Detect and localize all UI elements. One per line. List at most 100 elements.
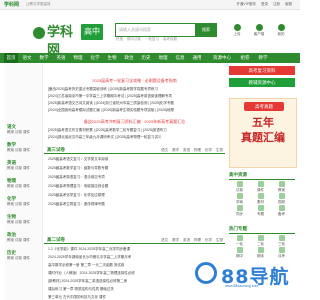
tab[interactable]: 语文 xyxy=(161,148,168,152)
search-input[interactable]: 请输入关键词搜索 xyxy=(119,27,151,33)
tab[interactable]: 物理 xyxy=(194,148,201,152)
nav-item[interactable]: 组卷 xyxy=(238,53,252,63)
list-item[interactable]: 课时作业（人教版）2024-2025学年高二物理选择性必修 xyxy=(48,271,135,276)
topic-icon xyxy=(257,247,264,253)
list-item[interactable]: [新教材] 2024-2025学年高二英语选择性必修第二册 xyxy=(48,279,127,284)
site-logo[interactable]: 学科网 xyxy=(33,24,81,58)
list-item[interactable]: 高中数学必修第一册 第二章 一元二次函数 测试卷 xyxy=(48,263,124,268)
sidebar-link[interactable]: 教案 试卷 课件 xyxy=(5,148,42,153)
resource-center-button[interactable]: 教辅资源中心 xyxy=(229,78,295,87)
sync-icon xyxy=(236,205,243,211)
grid-label: 课件 xyxy=(257,188,264,192)
nav-item-home[interactable]: 首页 xyxy=(4,53,18,63)
hot-label: 热搜 xyxy=(116,37,123,41)
list-item[interactable]: 第三单元 古代中国的科技与文化 课件 xyxy=(48,295,106,300)
sidebar-link[interactable]: 教案 试卷 课件 xyxy=(5,238,42,243)
list-item[interactable]: 2024-2025学年湖南省长沙市雅礼中学高二上学期月考 xyxy=(48,255,131,260)
client-button[interactable]: 客户端 xyxy=(250,24,268,37)
tab[interactable]: 数学 xyxy=(172,238,179,242)
upload-button[interactable]: 上传 xyxy=(228,24,246,37)
topic-icon xyxy=(257,235,264,241)
list-item[interactable]: 2025届高考物理复习：电磁感应综合题 xyxy=(48,184,108,189)
list-item[interactable]: 课后练习 第一章 物质结构与性质 基础过关 xyxy=(48,287,114,292)
user-button[interactable]: 我的 xyxy=(272,24,290,37)
topic-item[interactable]: 二轮 xyxy=(250,235,271,247)
nav-item[interactable]: 政治 xyxy=(122,53,136,63)
nav-item[interactable]: 信息 xyxy=(173,53,187,63)
nav-item[interactable]: 物理 xyxy=(71,53,85,63)
nav-item[interactable]: 语文 xyxy=(20,53,34,63)
tab[interactable]: 化学 xyxy=(205,238,212,242)
sidebar-link[interactable]: 教案 试卷 课件 xyxy=(5,184,42,189)
news-line[interactable]: [备战2025]高考历史重点专题突破训练 | [2025]新高考数学真题专项练习 xyxy=(48,87,158,92)
headline-link[interactable]: 2025届高考一轮复习全攻略 · 必刷题及备考指南 xyxy=(44,78,225,84)
nav-item[interactable]: 通用 xyxy=(190,53,204,63)
list-item[interactable]: 2025届高考语文复习：文学类文本阅读 xyxy=(48,157,108,162)
review-materials-button[interactable]: 高考复习资料 xyxy=(229,66,295,75)
top-brand-link[interactable]: 学科网 xyxy=(4,1,19,8)
search-button[interactable]: 搜索 xyxy=(195,23,217,37)
list-item[interactable]: 1.2《化学能》课件 2024-2025学年高二化学同步备课 xyxy=(48,247,130,252)
login-link[interactable]: 登录 xyxy=(261,2,268,6)
headline-link[interactable]: 备战2025高考冲刺复习资料汇编 · 2025年新高考真题汇总 xyxy=(44,119,225,125)
tab[interactable]: 数学 xyxy=(172,148,179,152)
exam-prep-icon xyxy=(278,205,285,211)
grid-item[interactable]: 学案 xyxy=(229,193,250,205)
list-item[interactable]: 2025届高考生物复习：遗传规律专题 xyxy=(48,202,105,207)
nav-item[interactable]: 教学 xyxy=(256,53,270,63)
nav-item[interactable]: 生物 xyxy=(105,53,119,63)
news-line[interactable]: [2025]高考语文作文素材积累 | [2025]高考数学二轮专题复习 | [2… xyxy=(48,128,167,133)
topic-item[interactable]: 一轮 xyxy=(229,235,250,247)
register-link[interactable]: 注册 xyxy=(273,2,280,6)
nav-item[interactable]: 数学 xyxy=(37,53,51,63)
sidebar-link[interactable]: 教案 试卷 课件 xyxy=(5,220,42,225)
sidebar-link[interactable]: 教案 试卷 课件 xyxy=(5,166,42,171)
list-item[interactable]: 2025届高考英语复习：语法填空专项 xyxy=(48,175,105,180)
grade-switch[interactable]: 高中 xyxy=(81,24,103,40)
grid-item[interactable]: 视频 xyxy=(271,193,292,205)
exam-banner[interactable]: 高考真题 五年 真题汇编 xyxy=(229,98,297,168)
topic-item[interactable]: 期中 xyxy=(229,247,250,259)
topic-item[interactable]: 三轮 xyxy=(271,235,292,247)
grid-label: 试卷 xyxy=(236,188,243,192)
service-link[interactable]: 客服 xyxy=(285,2,292,6)
nav-item[interactable]: 资源中心 xyxy=(210,53,234,63)
news-line[interactable]: [2024]全国各地高考模拟试题汇编 | [2025]新高考生物实验题专项突破 … xyxy=(48,108,174,113)
topic-item[interactable]: 月考 xyxy=(271,247,292,259)
tab[interactable]: 英语 xyxy=(183,238,190,242)
tab[interactable]: 生物 xyxy=(216,238,223,242)
grid-item[interactable]: 课件 xyxy=(250,181,271,193)
news-line[interactable]: [2024]湖北省武汉市高三年级九月调研考试 | [2025]高考物理一轮复习讲… xyxy=(48,135,161,140)
tab[interactable]: 生物 xyxy=(216,148,223,152)
list-item[interactable]: 2025届高考数学复习：函数与导数专题 xyxy=(48,166,108,171)
nav-item[interactable]: 化学 xyxy=(88,53,102,63)
news-line[interactable]: [2025]新高考语文古诗文阅读 | [2024]浙江省杭州市高三质量检测 | … xyxy=(48,101,174,106)
grid-item[interactable]: 专题 xyxy=(250,205,271,217)
sidebar-link[interactable]: 教案 试卷 课件 xyxy=(5,130,42,135)
hot-word[interactable]: 一轮复习 xyxy=(145,37,159,41)
vip-link[interactable]: 开通VIP服务 xyxy=(236,2,256,6)
list-item[interactable]: 2025届高考化学复习：化学反应原理 xyxy=(48,193,105,198)
grid-item[interactable]: 素材 xyxy=(250,193,271,205)
news-line[interactable]: [2024]江苏省南京市第一中学高三上学期期中考试 | [2025]高考英语阅读… xyxy=(48,94,172,99)
grid-item[interactable]: 同步 xyxy=(229,205,250,217)
sidebar-link[interactable]: 教案 试卷 课件 xyxy=(5,256,42,261)
search-box: 请输入关键词搜索 搜索 xyxy=(115,23,217,37)
nav-item[interactable]: 历史 xyxy=(139,53,153,63)
sidebar-block: 化学 教案 试卷 课件 xyxy=(5,196,42,207)
tab[interactable]: 语文 xyxy=(161,238,168,242)
hot-word[interactable]: 高考真题 xyxy=(163,37,177,41)
tab[interactable]: 英语 xyxy=(183,148,190,152)
tab[interactable]: 化学 xyxy=(205,148,212,152)
topic-item[interactable]: 期末 xyxy=(250,247,271,259)
tab[interactable]: 物理 xyxy=(194,238,201,242)
watermark-url: www.88daohang.com xyxy=(225,284,259,288)
client-label: 客户端 xyxy=(253,32,265,36)
grid-item[interactable]: 备考 xyxy=(271,205,292,217)
hot-word[interactable]: 期中试卷 xyxy=(127,37,141,41)
sidebar-link[interactable]: 教案 试卷 课件 xyxy=(5,202,42,207)
nav-item[interactable]: 英语 xyxy=(54,53,68,63)
grid-item[interactable]: 试卷 xyxy=(229,181,250,193)
nav-item[interactable]: 地理 xyxy=(156,53,170,63)
grid-item[interactable]: 教案 xyxy=(271,181,292,193)
